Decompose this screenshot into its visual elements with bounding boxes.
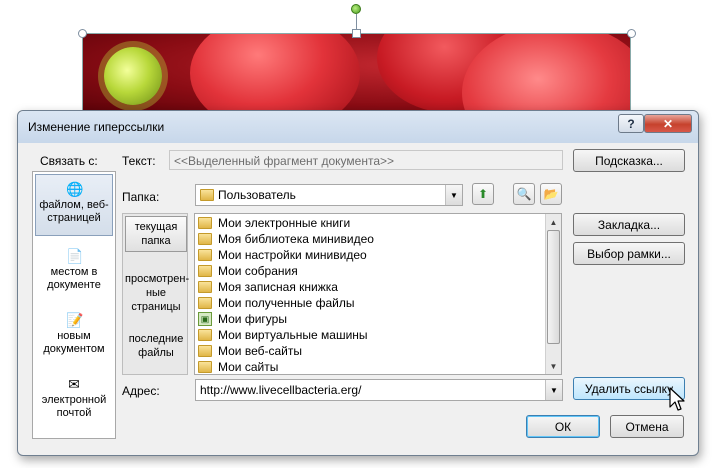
folder-icon [198, 329, 212, 341]
mouse-cursor-icon [669, 387, 685, 411]
list-item[interactable]: Мои настройки минивидео [195, 247, 561, 263]
link-to-new-document[interactable]: 📝 новым документом [35, 312, 113, 362]
nav-recent-files[interactable]: последние файлы [125, 332, 187, 362]
virus-shape [104, 47, 162, 105]
folder-select[interactable]: Пользователь ▼ [195, 184, 463, 206]
resize-handle[interactable] [78, 29, 87, 38]
list-item[interactable]: Моя записная книжка [195, 279, 561, 295]
link-to-place-in-document[interactable]: 📄 местом в документе [35, 248, 113, 298]
list-item[interactable]: Мои полученные файлы [195, 295, 561, 311]
list-item[interactable]: Мои электронные книги [195, 215, 561, 231]
cancel-button[interactable]: Отмена [610, 415, 684, 438]
text-label: Текст: [122, 154, 156, 168]
file-list[interactable]: Мои электронные книги Моя библиотека мин… [194, 213, 562, 375]
globe-file-icon: 🌐 [66, 181, 84, 197]
scroll-up-icon[interactable]: ▲ [546, 214, 561, 230]
folder-icon [198, 361, 212, 373]
list-item[interactable]: Мои веб-сайты [195, 343, 561, 359]
folder-icon [200, 189, 214, 201]
folder-icon [198, 281, 212, 293]
chevron-down-icon[interactable]: ▼ [445, 185, 462, 205]
look-in-nav: текущая папка просмотрен-ные страницы по… [122, 213, 189, 375]
list-item[interactable]: Моя библиотека минивидео [195, 231, 561, 247]
resize-handle[interactable] [627, 29, 636, 38]
resize-handle[interactable] [352, 29, 361, 38]
browse-web-icon[interactable]: 🔍 [513, 183, 535, 205]
address-field[interactable]: http://www.livecellbacteria.erg/ ▼ [195, 379, 563, 401]
folder-icon [198, 249, 212, 261]
dialog-titlebar: Изменение гиперссылки ? ✕ [18, 111, 698, 143]
list-item[interactable]: Мои собрания [195, 263, 561, 279]
tooltip-button[interactable]: Подсказка... [573, 149, 685, 172]
folder-icon [198, 233, 212, 245]
red-cell-shape [190, 33, 360, 113]
folder-icon [198, 265, 212, 277]
folder-label: Папка: [122, 190, 160, 204]
text-field[interactable]: <<Выделенный фрагмент документа>> [169, 150, 563, 170]
folder-icon [198, 345, 212, 357]
scroll-down-icon[interactable]: ▼ [546, 358, 561, 374]
folder-icon [198, 217, 212, 229]
document-place-icon: 📄 [66, 248, 84, 264]
list-item[interactable]: Мои сайты [195, 359, 561, 374]
edit-hyperlink-dialog: Изменение гиперссылки ? ✕ Связать с: 🌐 ф… [17, 110, 699, 456]
link-to-email[interactable]: ✉ электронной почтой [35, 376, 113, 426]
nav-current-folder[interactable]: текущая папка [125, 216, 187, 252]
vertical-scrollbar[interactable]: ▲ ▼ [545, 214, 561, 374]
selected-image[interactable] [82, 33, 631, 113]
list-item[interactable]: ▣ Мои фигуры [195, 311, 561, 327]
address-label: Адрес: [122, 384, 160, 398]
open-folder-icon[interactable]: 📂 [540, 183, 562, 205]
rotation-handle[interactable] [351, 4, 361, 14]
close-button[interactable]: ✕ [644, 114, 692, 133]
link-to-panel: 🌐 файлом, веб-страницей 📄 местом в докум… [32, 171, 116, 439]
bookmark-button[interactable]: Закладка... [573, 213, 685, 236]
shapes-folder-icon: ▣ [198, 312, 212, 326]
link-to-file-web[interactable]: 🌐 файлом, веб-страницей [35, 174, 113, 236]
folder-icon [198, 297, 212, 309]
help-button[interactable]: ? [618, 114, 644, 133]
red-cell-shape [462, 33, 631, 113]
select-frame-button[interactable]: Выбор рамки... [573, 242, 685, 265]
scrollbar-thumb[interactable] [547, 230, 560, 344]
link-to-label: Связать с: [40, 154, 98, 168]
up-folder-icon[interactable]: ⬆ [472, 183, 494, 205]
nav-browsed-pages[interactable]: просмотрен-ные страницы [125, 272, 189, 316]
email-icon: ✉ [68, 376, 80, 392]
chevron-down-icon[interactable]: ▼ [545, 380, 562, 400]
dialog-title: Изменение гиперссылки [28, 120, 165, 134]
list-item[interactable]: Мои виртуальные машины [195, 327, 561, 343]
new-document-icon: 📝 [66, 312, 84, 328]
ok-button[interactable]: ОК [526, 415, 600, 438]
